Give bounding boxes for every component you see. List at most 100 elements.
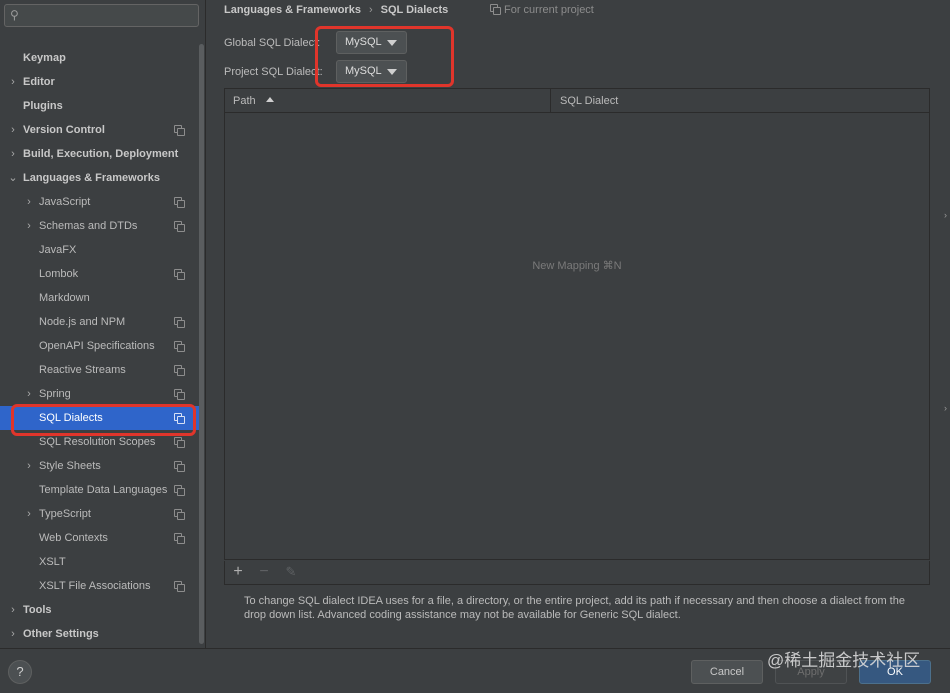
- sidebar-item-version-control[interactable]: › Version Control: [0, 118, 200, 142]
- add-mapping-button[interactable]: +: [229, 563, 247, 581]
- project-level-icon: [174, 341, 185, 352]
- sidebar-item-languages-frameworks[interactable]: ⌄ Languages & Frameworks: [0, 166, 200, 190]
- sidebar-item-label: Node.js and NPM: [39, 316, 126, 328]
- right-edge-marker-icon: ›: [944, 210, 947, 220]
- chevron-right-icon[interactable]: ›: [24, 382, 34, 406]
- project-level-icon: [174, 197, 185, 208]
- sidebar-item-label: Other Settings: [23, 628, 99, 640]
- sidebar-item-build-execution-deployment[interactable]: › Build, Execution, Deployment: [0, 142, 200, 166]
- project-level-icon: [174, 389, 185, 400]
- sidebar-item-label: Spring: [39, 388, 71, 400]
- chevron-right-icon[interactable]: ›: [24, 454, 34, 478]
- sidebar-item-plugins[interactable]: Plugins: [0, 94, 200, 118]
- chevron-right-icon[interactable]: ›: [8, 118, 18, 142]
- sidebar-item-label: Schemas and DTDs: [39, 220, 138, 232]
- edit-mapping-button[interactable]: ✎: [282, 563, 300, 581]
- settings-sidebar: ⚲ Keymap › Editor Plugins › Version Control › B…: [0, 0, 206, 648]
- sidebar-item-xslt[interactable]: XSLT: [0, 550, 200, 574]
- sidebar-item-typescript[interactable]: › TypeScript: [0, 502, 200, 526]
- sidebar-item-reactive-streams[interactable]: Reactive Streams: [0, 358, 200, 382]
- sidebar-item-schemas-and-dtds[interactable]: › Schemas and DTDs: [0, 214, 200, 238]
- sidebar-item-label: Version Control: [23, 124, 105, 136]
- column-header-sql-dialect[interactable]: SQL Dialect: [552, 89, 929, 113]
- project-level-icon: [174, 509, 185, 520]
- sidebar-item-editor[interactable]: › Editor: [0, 70, 200, 94]
- project-level-icon: [174, 485, 185, 496]
- chevron-right-icon[interactable]: ›: [8, 598, 18, 622]
- sidebar-item-javascript[interactable]: › JavaScript: [0, 190, 200, 214]
- sidebar-item-lombok[interactable]: Lombok: [0, 262, 200, 286]
- sidebar-item-web-contexts[interactable]: Web Contexts: [0, 526, 200, 550]
- sidebar-item-tools[interactable]: › Tools: [0, 598, 200, 622]
- sidebar-item-markdown[interactable]: Markdown: [0, 286, 200, 310]
- sidebar-item-xslt-file-associations[interactable]: XSLT File Associations: [0, 574, 200, 598]
- sidebar-item-label: Style Sheets: [39, 460, 101, 472]
- chevron-right-icon[interactable]: ›: [8, 622, 18, 646]
- chevron-right-icon[interactable]: ›: [8, 142, 18, 166]
- sidebar-item-label: Web Contexts: [39, 532, 108, 544]
- sidebar-scrollbar[interactable]: [199, 44, 204, 644]
- right-edge-marker-icon: ›: [944, 403, 947, 413]
- sidebar-item-label: Build, Execution, Deployment: [23, 148, 179, 160]
- mapping-table[interactable]: Path SQL Dialect New Mapping ⌘N: [224, 88, 930, 560]
- sidebar-item-label: Reactive Streams: [39, 364, 126, 376]
- column-header-path[interactable]: Path: [225, 89, 551, 113]
- chevron-down-icon[interactable]: ⌄: [8, 166, 18, 190]
- project-level-icon: [174, 221, 185, 232]
- search-icon: ⚲: [10, 8, 19, 22]
- watermark: @稀土掘金技术社区: [767, 651, 921, 670]
- chevron-right-icon[interactable]: ›: [24, 190, 34, 214]
- sidebar-item-label: Keymap: [23, 52, 66, 64]
- sidebar-item-label: Editor: [23, 76, 55, 88]
- project-level-icon: [174, 581, 185, 592]
- table-header: Path SQL Dialect: [225, 89, 929, 113]
- breadcrumb: Languages & Frameworks › SQL Dialects: [224, 3, 448, 17]
- sidebar-item-label: XSLT File Associations: [39, 580, 151, 592]
- sort-ascending-icon: [265, 97, 274, 102]
- search-input[interactable]: ⚲: [4, 4, 199, 27]
- sidebar-item-label: TypeScript: [39, 508, 91, 520]
- project-level-icon: [174, 269, 185, 280]
- cancel-button[interactable]: Cancel: [691, 660, 763, 684]
- chevron-right-icon[interactable]: ›: [24, 502, 34, 526]
- chevron-right-icon[interactable]: ›: [8, 70, 18, 94]
- sidebar-item-spring[interactable]: › Spring: [0, 382, 200, 406]
- sidebar-item-template-data-languages[interactable]: Template Data Languages: [0, 478, 200, 502]
- project-level-icon: [174, 437, 185, 448]
- table-toolbar: + − ✎: [224, 561, 930, 585]
- sidebar-item-openapi-specifications[interactable]: OpenAPI Specifications: [0, 334, 200, 358]
- chevron-right-icon[interactable]: ›: [24, 214, 34, 238]
- sidebar-item-label: Languages & Frameworks: [23, 172, 160, 184]
- breadcrumb-parent[interactable]: Languages & Frameworks: [224, 4, 361, 16]
- project-dialect-label: Project SQL Dialect:: [224, 66, 323, 78]
- sidebar-item-label: OpenAPI Specifications: [39, 340, 155, 352]
- project-level-icon: [174, 365, 185, 376]
- scope-indicator: For current project: [490, 3, 594, 17]
- sidebar-item-other-settings[interactable]: › Other Settings: [0, 622, 200, 646]
- sidebar-item-label: XSLT: [39, 556, 66, 568]
- breadcrumb-current: SQL Dialects: [380, 4, 449, 16]
- sidebar-item-label: Tools: [23, 604, 52, 616]
- project-level-icon: [174, 317, 185, 328]
- new-mapping-hint[interactable]: New Mapping ⌘N: [225, 259, 929, 272]
- help-description: To change SQL dialect IDEA uses for a fi…: [244, 595, 905, 621]
- sidebar-item-label: JavaFX: [39, 244, 77, 256]
- global-dialect-label: Global SQL Dialect:: [224, 37, 321, 49]
- sidebar-item-label: Lombok: [39, 268, 79, 280]
- help-button[interactable]: ?: [8, 660, 32, 684]
- sidebar-item-label: Template Data Languages: [39, 484, 168, 496]
- sidebar-item-style-sheets[interactable]: › Style Sheets: [0, 454, 200, 478]
- project-level-icon: [174, 461, 185, 472]
- breadcrumb-separator: ›: [368, 4, 373, 16]
- sidebar-item-label: Markdown: [39, 292, 90, 304]
- sidebar-item-keymap[interactable]: Keymap: [0, 46, 200, 70]
- settings-tree: Keymap › Editor Plugins › Version Control › Bui…: [0, 46, 200, 646]
- column-dialect-label: SQL Dialect: [560, 95, 619, 107]
- remove-mapping-button[interactable]: −: [255, 563, 273, 581]
- project-level-icon: [174, 533, 185, 544]
- sidebar-item-javafx[interactable]: JavaFX: [0, 238, 200, 262]
- dialect-annotation-box: [315, 26, 454, 87]
- sidebar-item-label: JavaScript: [39, 196, 91, 208]
- sidebar-item-node-js-and-npm[interactable]: Node.js and NPM: [0, 310, 200, 334]
- column-path-label: Path: [233, 95, 256, 107]
